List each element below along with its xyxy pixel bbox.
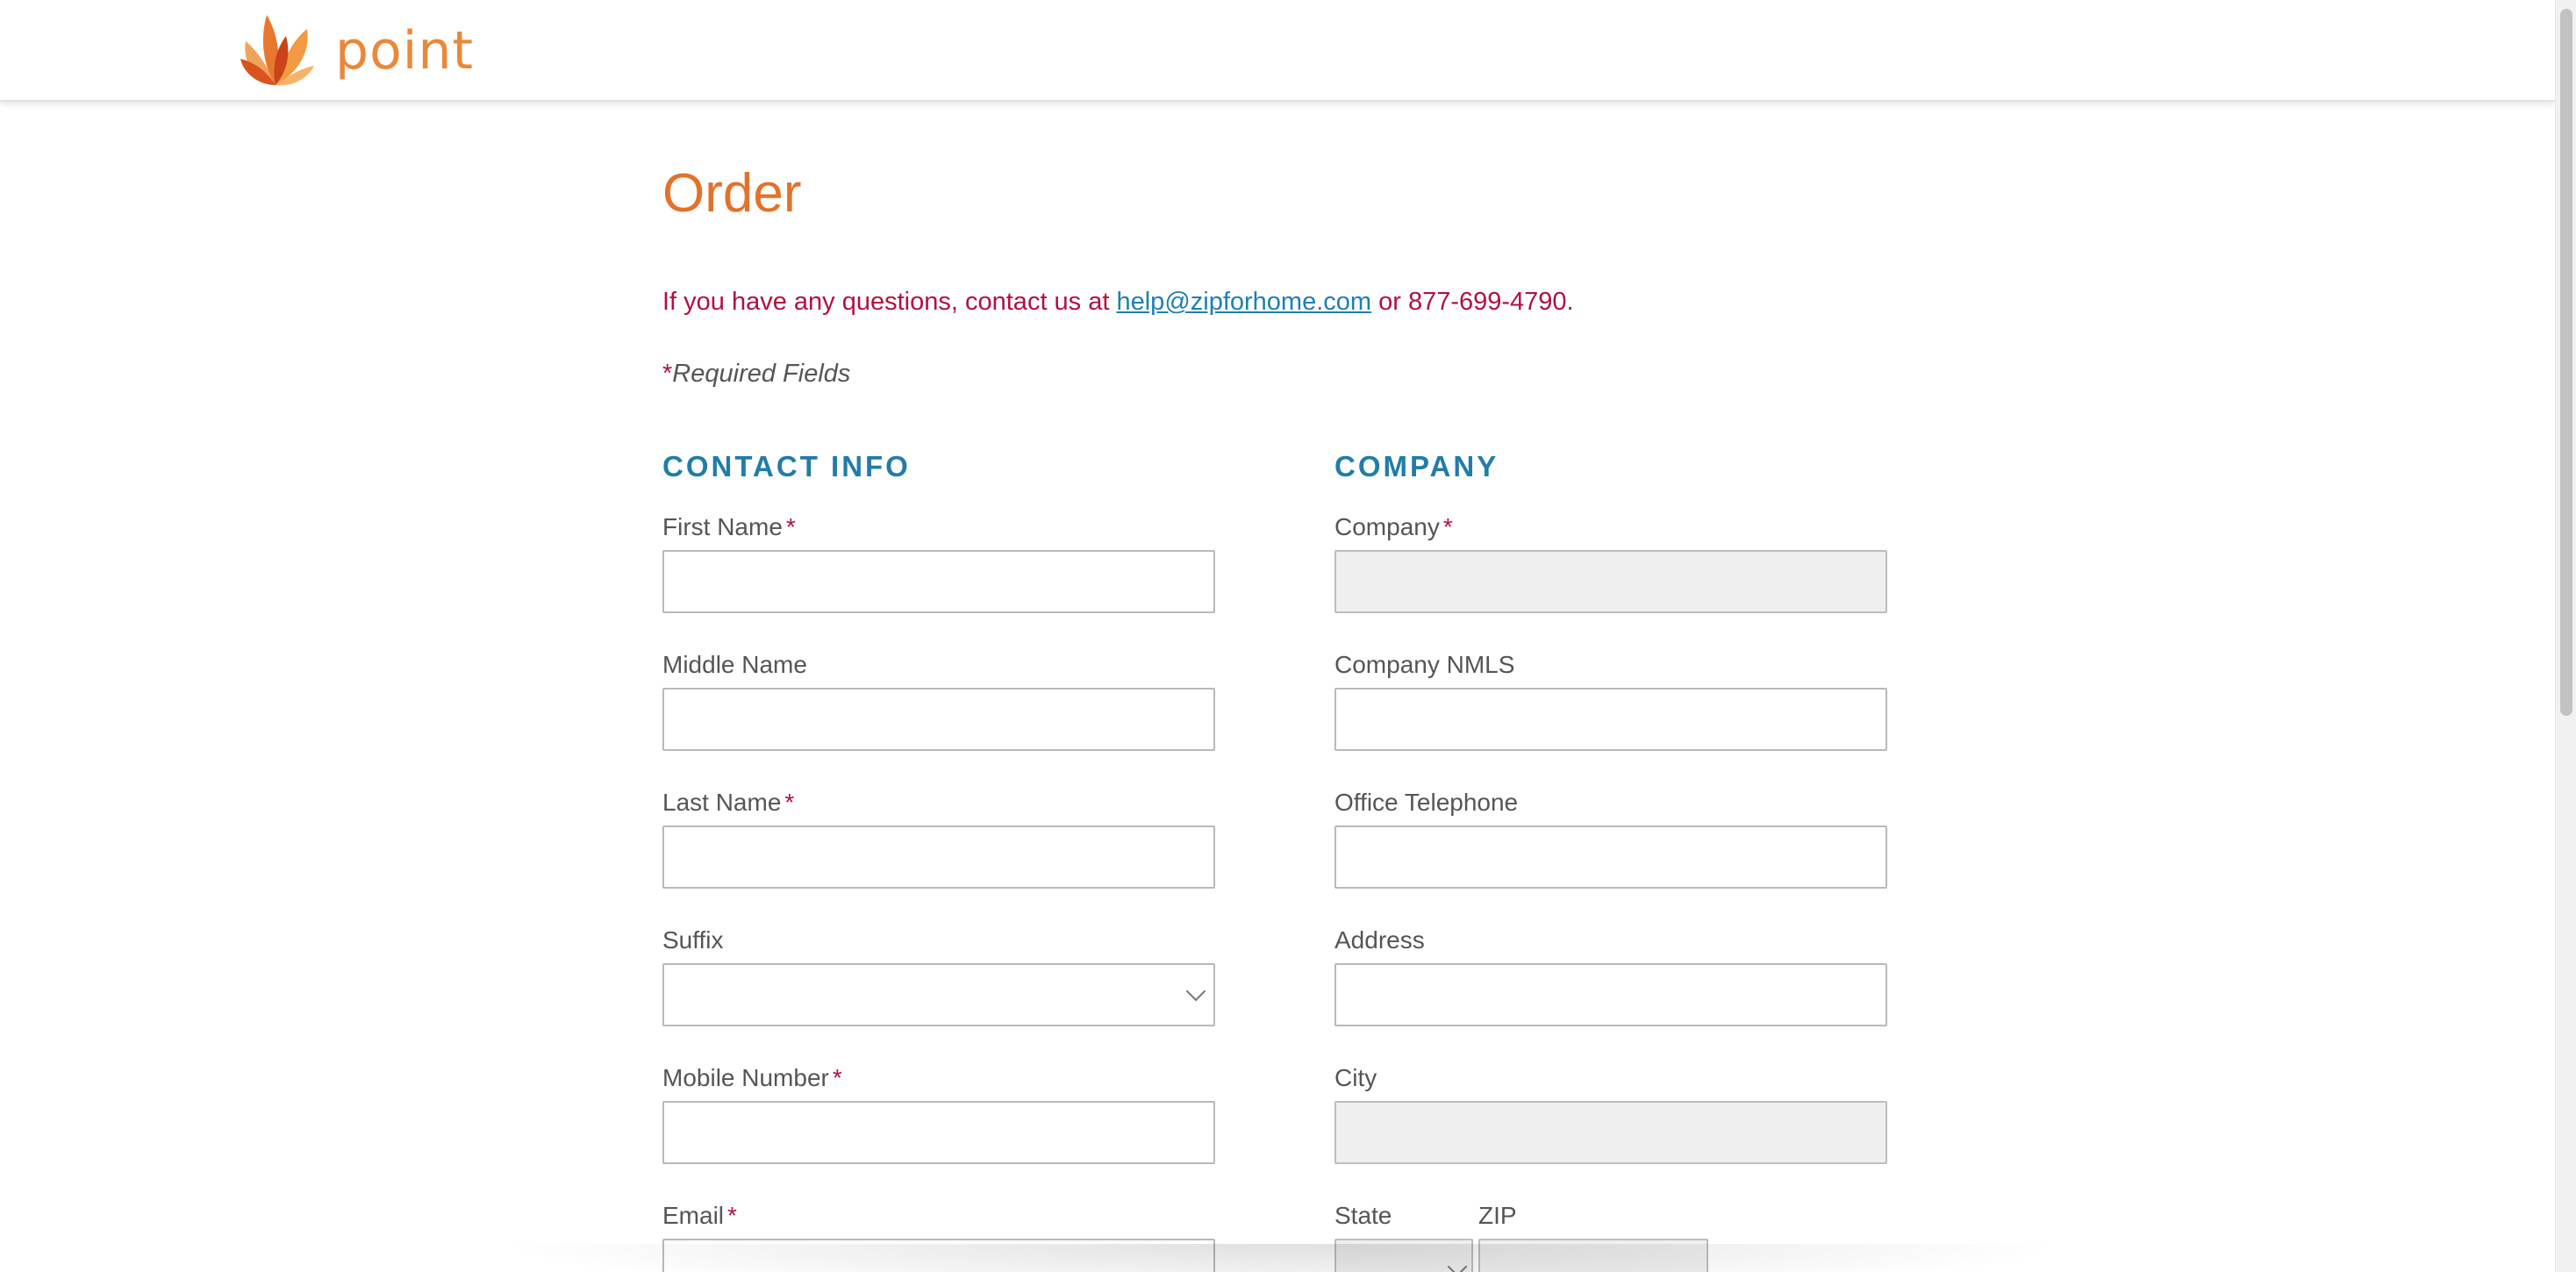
scrollbar-thumb[interactable]	[2560, 9, 2572, 716]
required-fields-text: Required Fields	[672, 360, 851, 388]
middle-name-input[interactable]	[662, 688, 1215, 751]
mobile-number-input[interactable]	[662, 1101, 1215, 1164]
contact-prefix: If you have any questions, contact us at	[662, 288, 1117, 316]
office-telephone-label: Office Telephone	[1335, 789, 1519, 816]
company-nmls-label: Company NMLS	[1335, 651, 1515, 678]
help-email-link[interactable]: help@zipforhome.com	[1116, 288, 1371, 316]
first-name-label: First Name *	[662, 513, 796, 540]
email-field[interactable]	[662, 1239, 1215, 1272]
suffix-label: Suffix	[662, 926, 724, 954]
contact-suffix: or 877-699-4790.	[1371, 288, 1574, 316]
company-nmls-input[interactable]	[1335, 688, 1887, 751]
middle-name-label: Middle Name	[662, 651, 807, 678]
chevron-down-icon	[1185, 981, 1206, 1002]
contact-notice: If you have any questions, contact us at…	[662, 288, 1574, 317]
email-label: Email *	[662, 1202, 737, 1229]
required-asterisk: *	[662, 360, 673, 388]
contact-info-heading: CONTACT INFO	[662, 450, 911, 482]
company-input	[1335, 550, 1887, 613]
flame-petal-logo-icon	[237, 10, 314, 93]
page-title: Order	[662, 163, 802, 224]
last-name-input[interactable]	[662, 825, 1215, 889]
city-input	[1335, 1101, 1887, 1164]
zip-input	[1478, 1239, 1708, 1272]
top-header: point	[0, 0, 2555, 102]
chevron-down-icon	[1447, 1256, 1468, 1272]
order-page: point Order If you have any questions, c…	[0, 0, 2576, 1272]
mobile-number-label: Mobile Number *	[662, 1064, 842, 1091]
suffix-select[interactable]	[662, 963, 1215, 1026]
office-telephone-input[interactable]	[1335, 825, 1887, 889]
address-input[interactable]	[1335, 963, 1887, 1026]
logo-wordmark: point	[335, 20, 475, 82]
required-fields-note: *Required Fields	[662, 360, 850, 389]
vertical-scrollbar[interactable]	[2555, 0, 2576, 1272]
state-select	[1335, 1239, 1473, 1272]
city-label: City	[1335, 1064, 1377, 1091]
company-label: Company *	[1335, 513, 1453, 540]
state-label: State	[1335, 1202, 1392, 1229]
zip-label: ZIP	[1478, 1202, 1517, 1229]
company-heading: COMPANY	[1335, 450, 1499, 482]
last-name-label: Last Name *	[662, 789, 795, 816]
address-label: Address	[1335, 926, 1425, 954]
point-logo-link[interactable]: point	[237, 9, 474, 93]
first-name-input[interactable]	[662, 550, 1215, 613]
